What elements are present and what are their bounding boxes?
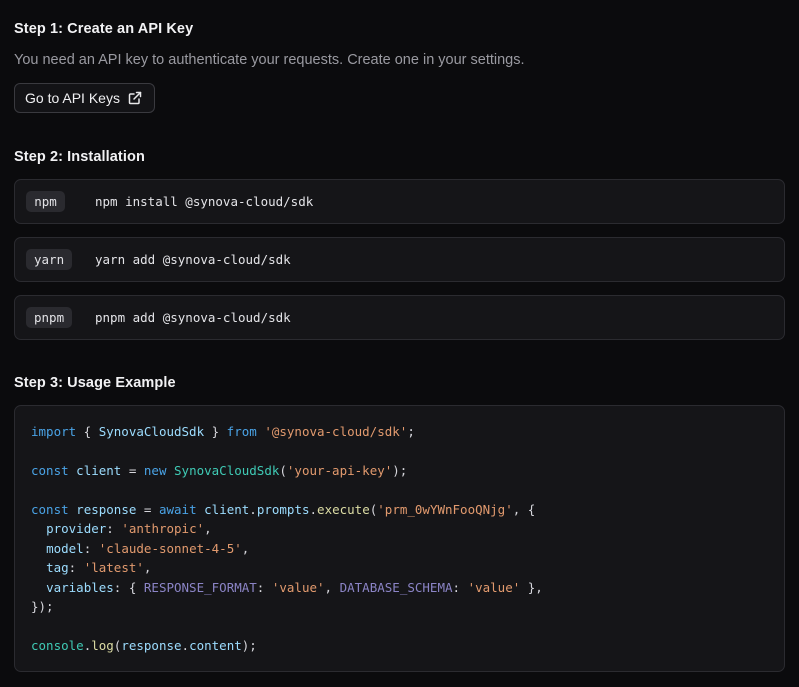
install-pnpm[interactable]: pnpm pnpm add @synova-cloud/sdk	[14, 295, 785, 340]
package-manager-badge: npm	[26, 191, 65, 212]
code-line-import: import { SynovaCloudSdk } from '@synova-…	[31, 424, 415, 439]
step3-title: Step 3: Usage Example	[14, 375, 176, 391]
step1-description: You need an API key to authenticate your…	[14, 52, 525, 68]
code-line-variables: variables: { RESPONSE_FORMAT: 'value', D…	[46, 580, 543, 595]
api-keys-button-label: Go to API Keys	[25, 90, 120, 106]
code-line-provider: provider: 'anthropic',	[46, 521, 212, 536]
code-line-response: const response = await client.prompts.ex…	[31, 502, 536, 517]
package-manager-badge: yarn	[26, 249, 73, 270]
install-npm[interactable]: npm npm install @synova-cloud/sdk	[14, 179, 785, 224]
step1-title: Step 1: Create an API Key	[14, 21, 194, 37]
install-command: pnpm add @synova-cloud/sdk	[95, 310, 291, 325]
usage-code-block[interactable]: import { SynovaCloudSdk } from '@synova-…	[14, 405, 785, 672]
install-command: yarn add @synova-cloud/sdk	[95, 252, 291, 267]
code-line-console: console.log(response.content);	[31, 638, 257, 653]
code-line-close: });	[31, 599, 54, 614]
code-line-client: const client = new SynovaCloudSdk('your-…	[31, 463, 408, 478]
code-line-model: model: 'claude-sonnet-4-5',	[46, 541, 250, 556]
install-command: npm install @synova-cloud/sdk	[95, 194, 314, 209]
step2-title: Step 2: Installation	[14, 149, 145, 165]
install-yarn[interactable]: yarn yarn add @synova-cloud/sdk	[14, 237, 785, 282]
external-link-icon	[128, 91, 142, 105]
go-to-api-keys-button[interactable]: Go to API Keys	[14, 83, 155, 113]
package-manager-badge: pnpm	[26, 307, 73, 328]
code-line-tag: tag: 'latest',	[46, 560, 152, 575]
